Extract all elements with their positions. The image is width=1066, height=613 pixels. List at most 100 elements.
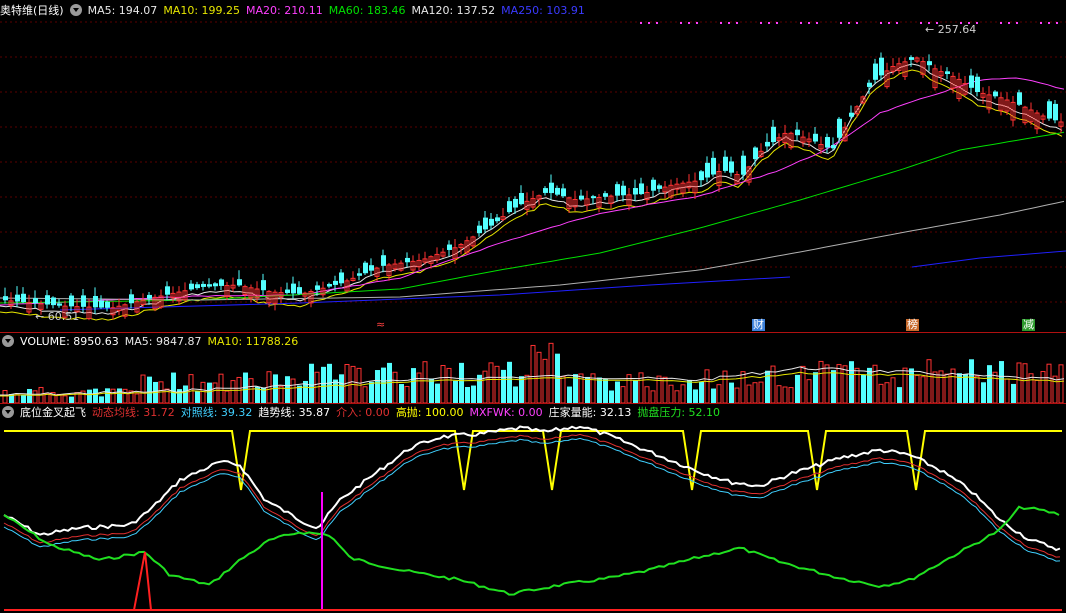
candle-body [927, 61, 932, 66]
candle-body [165, 286, 170, 295]
volume-bar [309, 363, 314, 403]
candle-body [849, 112, 854, 117]
price-legend: 奥特维(日线) MA5: 194.07 MA10: 199.25 MA20: 210.… [0, 3, 591, 19]
volume-bar [369, 381, 374, 403]
candle-body [291, 283, 296, 294]
candle-body [873, 63, 878, 80]
volume-bar [399, 384, 404, 403]
candle-body [591, 196, 596, 199]
volume-bar [494, 365, 500, 404]
volume-ma5-value: MA5: 9847.87 [124, 335, 202, 348]
candle-body [633, 188, 638, 195]
indicator-dropdown-icon[interactable] [2, 406, 14, 418]
volume-dropdown-icon[interactable] [2, 335, 14, 347]
volume-bar [620, 386, 626, 404]
stock-chart-window: 奥特维(日线) MA5: 194.07 MA10: 199.25 MA20: 210.… [0, 0, 1066, 613]
volume-bar [704, 369, 710, 404]
volume-bar [290, 378, 296, 404]
candle-body [513, 198, 518, 208]
low-price-label: ← 60.51 [35, 310, 80, 323]
event-marker-finance[interactable]: 财 [752, 319, 765, 331]
volume-bar [849, 361, 854, 403]
volume-bar [501, 369, 506, 403]
volume-bar [44, 393, 50, 404]
volume-legend: VOLUME: 8950.63 MA5: 9847.87 MA10: 11788.2… [0, 334, 304, 350]
candle-body [195, 284, 200, 289]
volume-ma10-line [0, 371, 1065, 397]
chart-canvas[interactable] [0, 0, 1066, 613]
volume-bar [902, 367, 908, 404]
top-signal-dot [696, 22, 698, 24]
candle-body [69, 295, 74, 307]
candle-body [741, 155, 746, 175]
top-signal-dot [776, 22, 778, 24]
volume-bar [813, 372, 818, 403]
candle-body [489, 218, 494, 226]
volume-bar [465, 387, 470, 403]
volume-bar [878, 383, 884, 404]
top-signal-dot [920, 22, 922, 24]
event-marker-1[interactable]: ≈ [375, 319, 386, 331]
candle-body [879, 57, 884, 76]
volume-bar [200, 381, 206, 404]
dropdown-icon[interactable] [69, 4, 82, 16]
volume-bar [99, 396, 104, 403]
event-marker-reduce[interactable]: 减 [1022, 319, 1035, 331]
indicator-name[interactable]: 底位金叉起飞 [20, 406, 86, 419]
volume-bar [411, 368, 416, 403]
candle-body [555, 187, 560, 195]
top-signal-dot [648, 22, 650, 24]
volume-bar [609, 390, 614, 403]
volume-bar [488, 362, 494, 404]
volume-bar [969, 359, 974, 403]
candle-body [339, 272, 344, 284]
volume-bar [597, 377, 602, 403]
candle-body [483, 217, 488, 230]
top-signal-dot [688, 22, 690, 24]
candle-body [3, 296, 8, 301]
top-signal-dot [896, 22, 898, 24]
candle-body [867, 82, 872, 87]
volume-bar [567, 386, 572, 403]
panel-separator-2 [0, 403, 1066, 404]
volume-bar [422, 361, 428, 404]
ma120-line [0, 200, 1065, 301]
volume-bar [693, 389, 698, 403]
volume-bar [416, 372, 422, 404]
candle-body [237, 279, 242, 286]
volume-bar [716, 384, 722, 404]
volume-bar [248, 378, 254, 404]
candle-body [765, 141, 770, 147]
candle-body [795, 129, 800, 136]
ma5-value: MA5: 194.07 [87, 4, 158, 17]
ma250-line-b [911, 250, 1066, 268]
volume-bar [836, 364, 842, 404]
volume-bar [603, 378, 608, 403]
candle-body [1053, 103, 1058, 121]
stock-name[interactable]: 奥特维(日线) [0, 4, 64, 17]
volume-bar [446, 367, 452, 404]
candle-body [477, 225, 482, 234]
ma20-value: MA20: 210.11 [246, 4, 323, 17]
dynamic-ma-value: 动态均线: 31.72 [92, 406, 175, 419]
volume-bar [134, 393, 140, 404]
volume-bar [105, 388, 110, 403]
reference-line [3, 437, 1061, 562]
volume-bar [1011, 383, 1016, 403]
high-price-value: 257.64 [937, 23, 977, 36]
candle-body [405, 257, 410, 263]
candle-body [207, 284, 212, 287]
banker-volume-value: 庄家量能: 32.13 [548, 406, 632, 419]
volume-bar [963, 374, 968, 403]
mxfwk-value: MXFWK: 0.00 [469, 406, 543, 419]
volume-bar [542, 358, 548, 404]
volume-bar [758, 381, 764, 404]
event-marker-list[interactable]: 榜 [906, 319, 919, 331]
top-signal-dot [640, 22, 642, 24]
volume-bar [746, 384, 752, 404]
volume-bar [212, 382, 218, 404]
volume-bar [740, 371, 746, 404]
candle-body [381, 255, 386, 266]
top-signal-dot [680, 22, 682, 24]
volume-bar [987, 365, 992, 403]
